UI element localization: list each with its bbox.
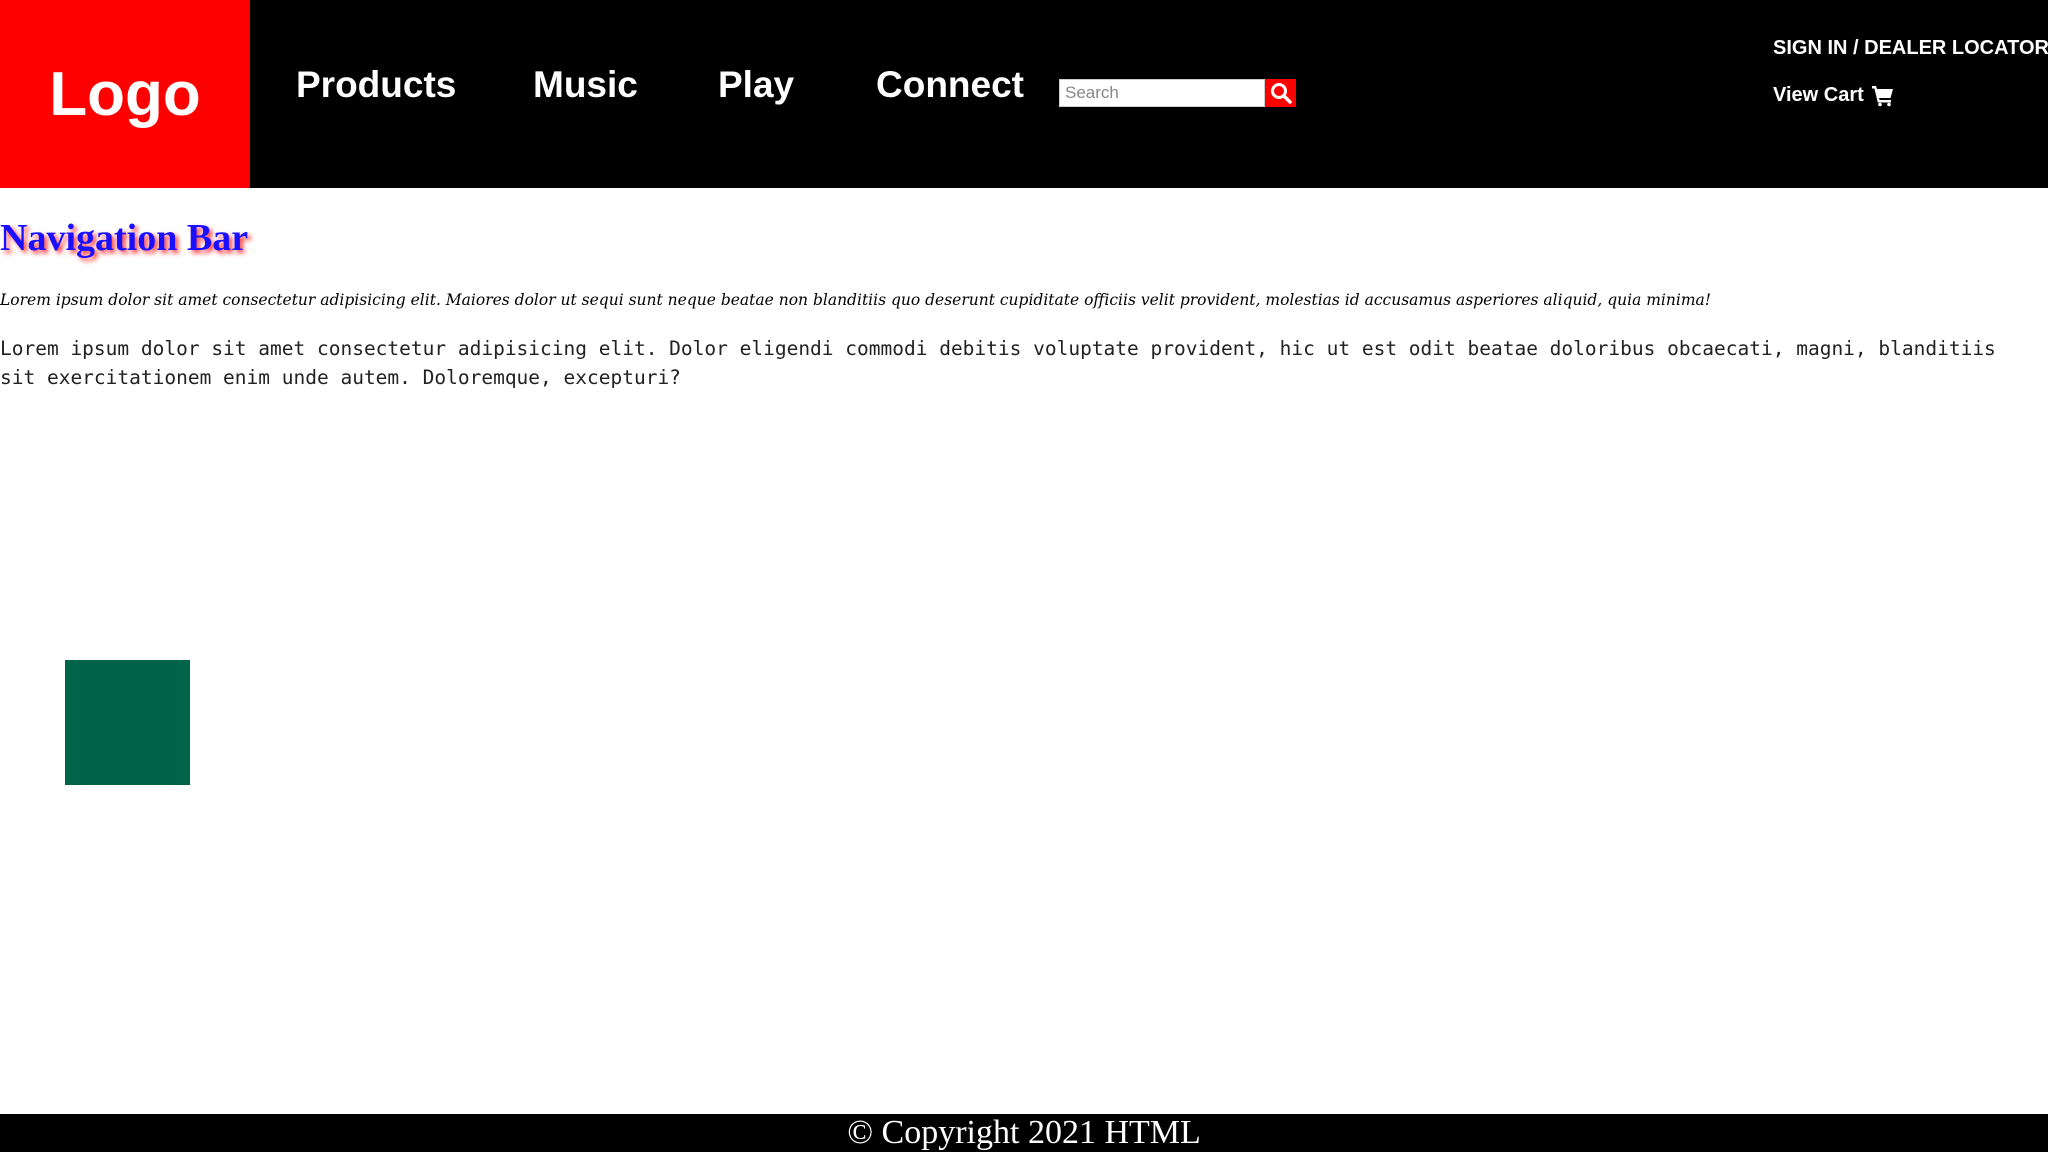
copyright-text: © Copyright 2021 HTML [847, 1114, 1201, 1151]
search-input[interactable] [1059, 79, 1265, 107]
nav-item-music[interactable]: Music [533, 62, 638, 108]
intro-paragraph: Lorem ipsum dolor sit amet consectetur a… [0, 291, 1711, 309]
cart-icon [1871, 86, 1893, 107]
nav-item-play[interactable]: Play [718, 62, 794, 108]
nav-item-connect[interactable]: Connect [876, 62, 1024, 108]
nav-item-products[interactable]: Products [296, 62, 456, 108]
view-cart-label: View Cart [1773, 84, 1864, 106]
search-icon [1270, 83, 1292, 104]
body-paragraph: Lorem ipsum dolor sit amet consectetur a… [0, 337, 1996, 389]
footer: © Copyright 2021 HTML [0, 1114, 2048, 1152]
search-button[interactable] [1265, 79, 1296, 107]
green-square [65, 660, 190, 785]
top-navigation-bar: Logo Products Music Play Connect SIGN IN… [0, 0, 2048, 188]
logo[interactable]: Logo [0, 0, 250, 188]
sign-in-dealer-locator-link[interactable]: SIGN IN / DEALER LOCATOR [1773, 35, 2048, 61]
page-title: Navigation Bar [0, 217, 249, 259]
view-cart-link[interactable]: View Cart [1773, 82, 1895, 108]
